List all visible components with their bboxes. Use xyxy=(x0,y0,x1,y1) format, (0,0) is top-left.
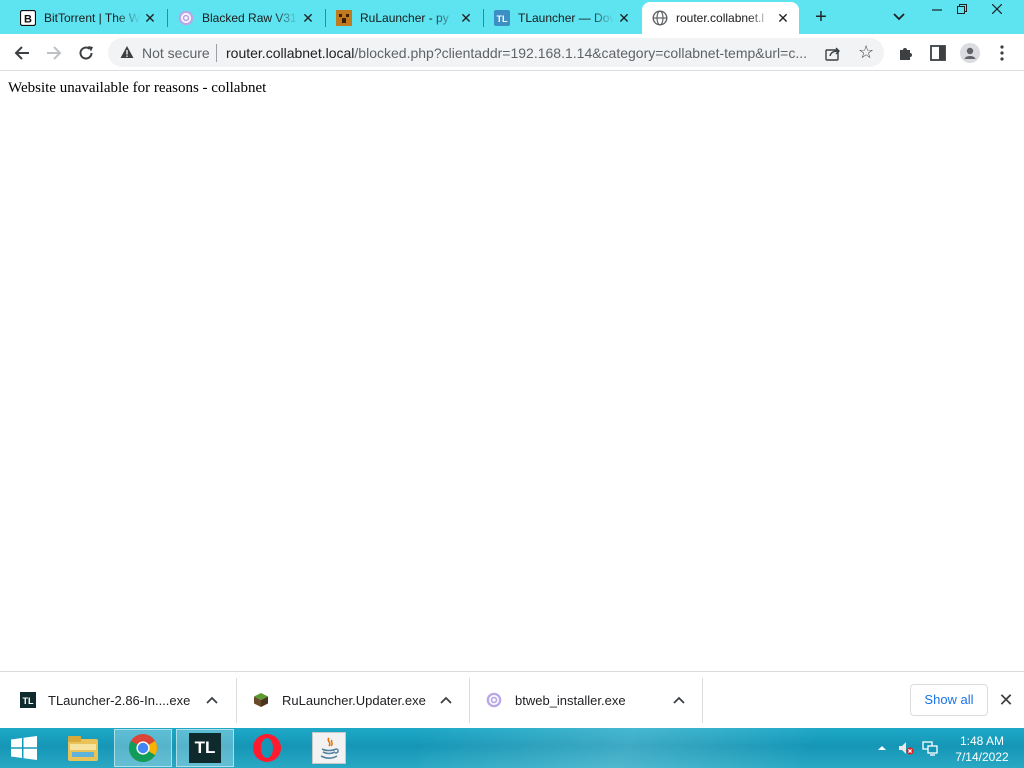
chevron-up-icon[interactable] xyxy=(438,692,454,708)
side-panel-icon[interactable] xyxy=(928,43,948,63)
windows-taskbar: TL 1:48 AM 7/14/2022 xyxy=(0,728,1024,768)
forward-icon[interactable] xyxy=(42,41,66,65)
taskbar-highlight xyxy=(420,728,940,768)
svg-text:B: B xyxy=(24,14,32,26)
reload-icon[interactable] xyxy=(74,41,98,65)
tab-title: Blacked Raw V31 xyxy=(202,11,297,25)
url-path: /blocked.php?clientaddr=192.168.1.14&cat… xyxy=(354,45,808,61)
taskbar-opera[interactable] xyxy=(238,729,296,767)
url-text[interactable]: router.collabnet.local/blocked.php?clien… xyxy=(226,45,816,61)
close-icon[interactable]: ✕ xyxy=(616,10,632,26)
share-icon[interactable] xyxy=(824,44,842,62)
back-icon[interactable] xyxy=(10,41,34,65)
restore-icon[interactable] xyxy=(950,3,974,19)
download-filename: TLauncher-2.86-In....exe xyxy=(48,693,191,708)
minecraft-block-icon xyxy=(254,693,268,707)
globe-icon xyxy=(652,10,668,26)
url-host: router.collabnet.local xyxy=(226,45,355,61)
bookmark-star-icon[interactable]: ☆ xyxy=(858,43,876,61)
tab-title: router.collabnet.l xyxy=(676,11,765,25)
tray-overflow-arrow-icon[interactable] xyxy=(874,740,890,756)
taskbar-java[interactable] xyxy=(300,729,358,767)
tlauncher-icon: TL xyxy=(494,10,510,26)
close-icon[interactable]: ✕ xyxy=(458,10,474,26)
page-content: Website unavailable for reasons - collab… xyxy=(0,71,1024,671)
svg-text:TL: TL xyxy=(497,14,508,24)
network-icon[interactable] xyxy=(922,740,938,756)
tab-blacked-raw[interactable]: Blacked Raw V31 ✕ xyxy=(168,2,324,34)
address-bar[interactable]: Not secure router.collabnet.local/blocke… xyxy=(108,38,884,67)
tab-strip: B BitTorrent | The W ✕ Blacked Raw V31 ✕… xyxy=(0,0,1024,34)
download-shelf: TL TLauncher-2.86-In....exe RuLauncher.U… xyxy=(0,671,1024,728)
close-icon[interactable]: ✕ xyxy=(775,10,791,26)
tab-tlauncher[interactable]: TL TLauncher — Dov ✕ xyxy=(484,2,640,34)
java-icon-frame xyxy=(312,732,346,764)
browser-toolbar: Not secure router.collabnet.local/blocke… xyxy=(0,34,1024,71)
tlauncher-icon: TL xyxy=(20,692,36,708)
blocked-message: Website unavailable for reasons - collab… xyxy=(8,80,267,96)
java-icon xyxy=(320,737,339,760)
warning-icon[interactable] xyxy=(120,45,134,59)
window-close-icon[interactable] xyxy=(985,3,1009,19)
opera-icon xyxy=(253,734,281,762)
taskbar-tlauncher[interactable]: TL xyxy=(176,729,234,767)
tab-router-collabnet[interactable]: router.collabnet.l ✕ xyxy=(642,2,799,34)
tab-title: TLauncher — Dov xyxy=(518,11,614,25)
chrome-icon xyxy=(129,734,157,762)
tab-bittorrent[interactable]: B BitTorrent | The W ✕ xyxy=(0,2,166,34)
taskbar-clock[interactable]: 1:48 AM 7/14/2022 xyxy=(948,733,1016,765)
tab-search-chevron-icon[interactable] xyxy=(890,9,908,25)
rulauncher-icon xyxy=(336,10,352,26)
windows-start-icon[interactable] xyxy=(10,736,38,760)
omnibox-divider xyxy=(216,44,217,62)
taskbar-file-explorer[interactable] xyxy=(54,729,112,767)
bittorrent-icon: B xyxy=(20,10,36,26)
taskbar-chrome[interactable] xyxy=(114,729,172,767)
clock-time: 1:48 AM xyxy=(959,734,1005,748)
file-explorer-icon xyxy=(68,736,98,761)
menu-kebab-icon[interactable] xyxy=(992,43,1012,63)
volume-muted-icon[interactable] xyxy=(898,740,914,756)
tlauncher-icon: TL xyxy=(189,733,221,763)
download-filename: RuLauncher.Updater.exe xyxy=(282,693,426,708)
download-filename: btweb_installer.exe xyxy=(515,693,626,708)
close-icon[interactable]: ✕ xyxy=(142,10,158,26)
tab-rulauncher[interactable]: RuLauncher - py ✕ xyxy=(326,2,482,34)
download-item[interactable]: RuLauncher.Updater.exe xyxy=(237,672,469,729)
security-label[interactable]: Not secure xyxy=(142,45,210,61)
chevron-up-icon[interactable] xyxy=(671,692,687,708)
clock-date: 7/14/2022 xyxy=(955,750,1009,764)
tab-title: RuLauncher - py xyxy=(360,11,449,25)
new-tab-button[interactable]: + xyxy=(810,7,832,29)
extensions-puzzle-icon[interactable] xyxy=(896,43,916,63)
tab-title: BitTorrent | The W xyxy=(44,11,140,25)
bittorrent-web-icon xyxy=(486,692,502,708)
download-item[interactable]: btweb_installer.exe xyxy=(470,672,702,729)
close-icon[interactable]: ✕ xyxy=(996,690,1016,710)
chevron-up-icon[interactable] xyxy=(204,692,220,708)
svg-text:TL: TL xyxy=(23,696,34,706)
download-divider xyxy=(702,678,703,723)
profile-avatar-icon[interactable] xyxy=(960,43,980,63)
minimize-icon[interactable] xyxy=(925,3,949,19)
show-all-button[interactable]: Show all xyxy=(910,684,988,716)
bittorrent-web-icon xyxy=(178,10,194,26)
download-item[interactable]: TL TLauncher-2.86-In....exe xyxy=(0,672,236,729)
close-icon[interactable]: ✕ xyxy=(300,10,316,26)
